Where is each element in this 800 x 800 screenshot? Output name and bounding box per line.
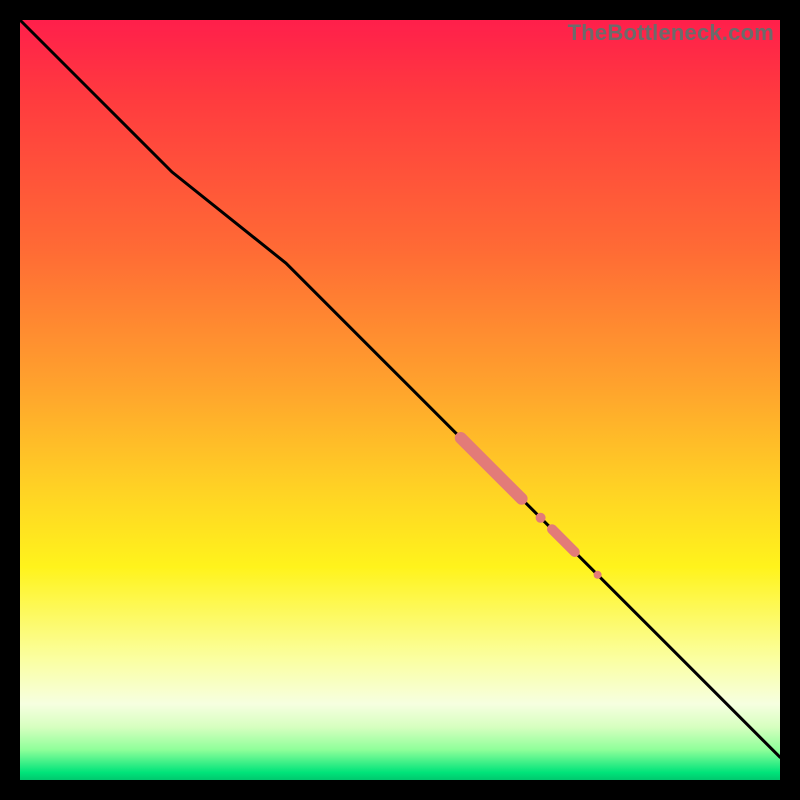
chart-frame: TheBottleneck.com (20, 20, 780, 780)
marker-dot-3 (594, 571, 602, 579)
marker-segment-2 (552, 529, 575, 552)
curve-layer (20, 20, 780, 757)
chart-svg (20, 20, 780, 780)
marker-dot-1 (536, 513, 546, 523)
marker-segment-0 (461, 438, 522, 499)
main-curve (20, 20, 780, 757)
